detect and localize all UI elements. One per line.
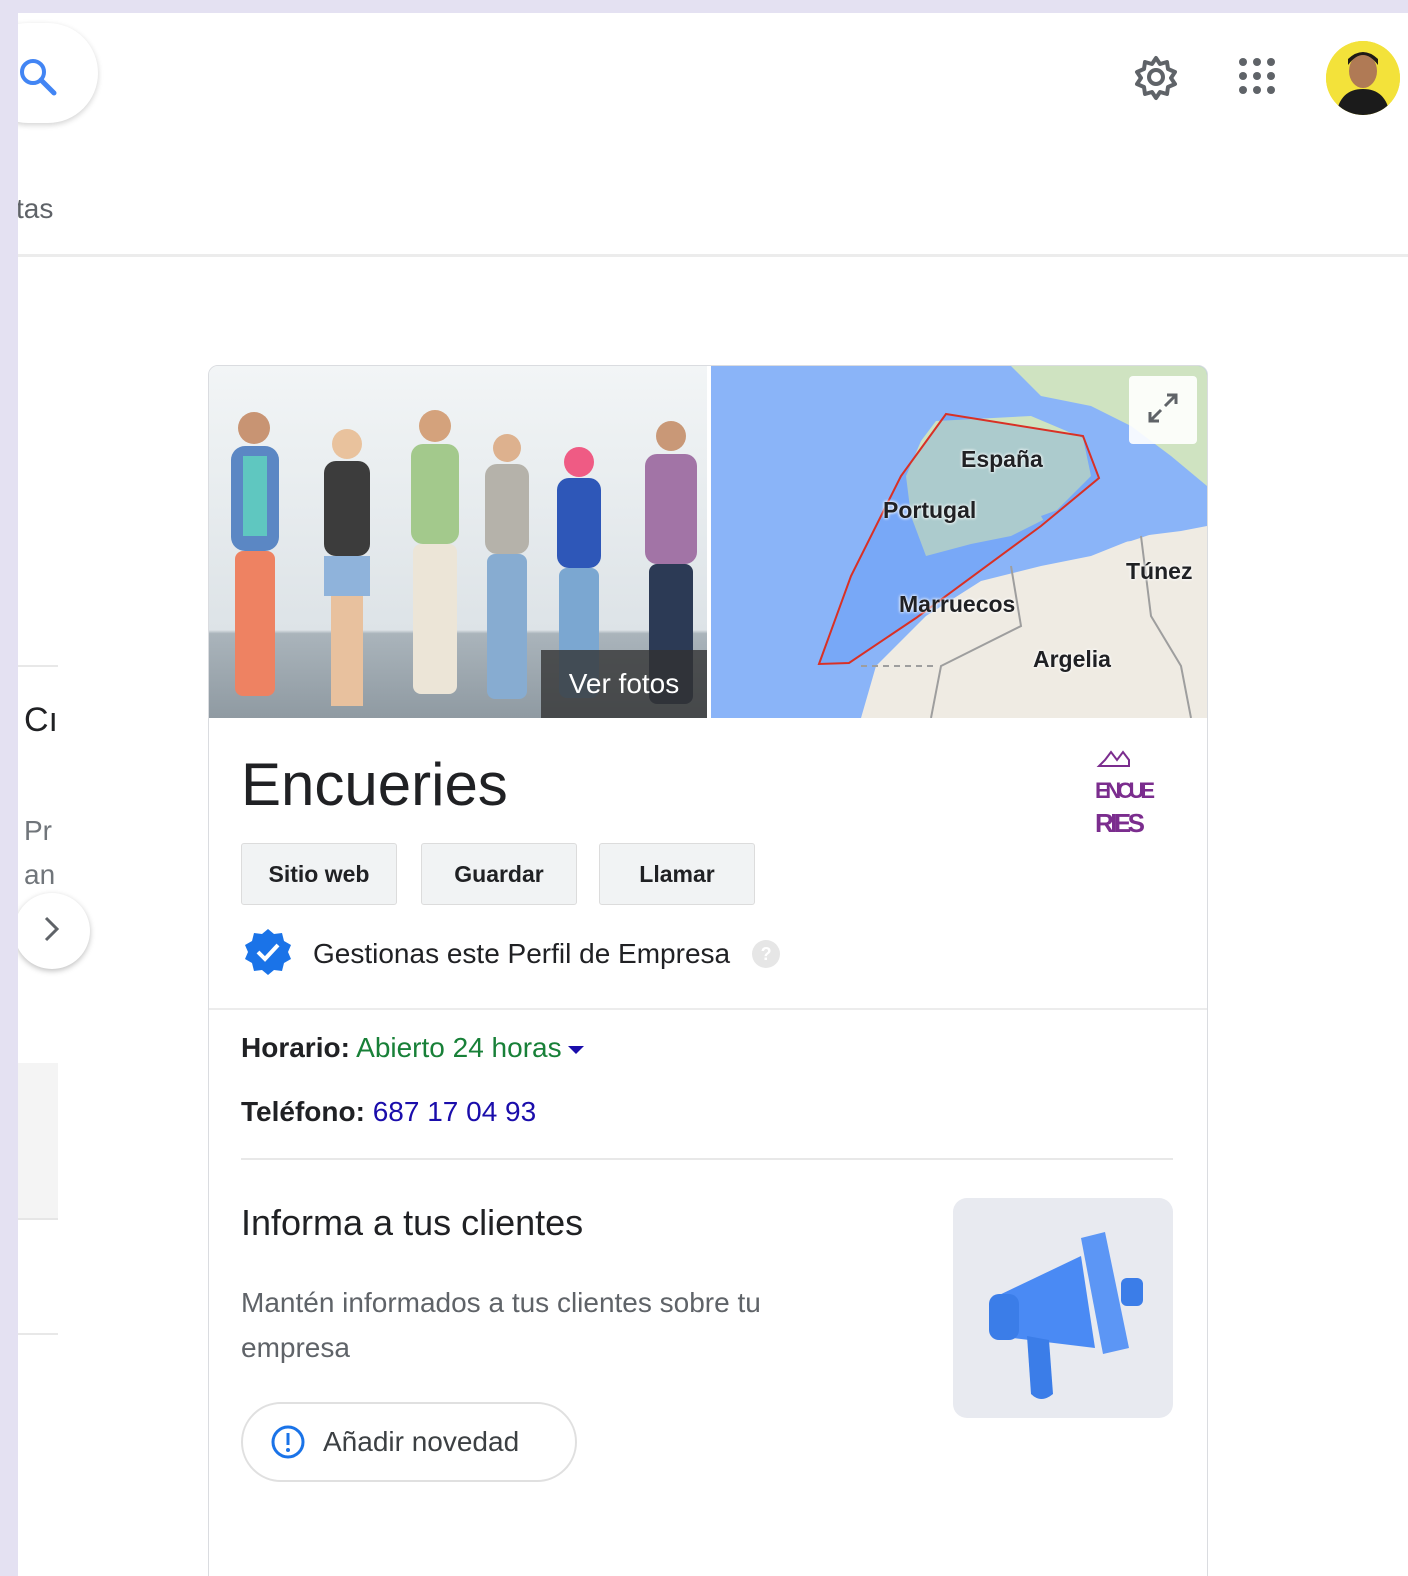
help-icon[interactable]: ? bbox=[752, 940, 781, 968]
svg-text:ENCUE: ENCUE bbox=[1095, 778, 1155, 803]
map-expand-button[interactable] bbox=[1129, 376, 1197, 444]
info-divider bbox=[241, 1158, 1173, 1160]
hours-row: Horario: Abierto 24 horas bbox=[241, 1032, 584, 1064]
gear-icon[interactable] bbox=[1132, 53, 1180, 106]
promo-title: Informa a tus clientes bbox=[241, 1202, 584, 1243]
phone-row: Teléfono: 687 17 04 93 bbox=[241, 1096, 536, 1128]
website-button[interactable]: Sitio web bbox=[241, 843, 397, 905]
phone-link[interactable]: 687 17 04 93 bbox=[373, 1096, 537, 1127]
add-update-button[interactable]: Añadir novedad bbox=[241, 1402, 577, 1482]
save-button[interactable]: Guardar bbox=[421, 843, 577, 905]
apps-grid-icon[interactable] bbox=[1238, 57, 1276, 100]
hours-value[interactable]: Abierto 24 horas bbox=[356, 1032, 561, 1063]
header-divider bbox=[18, 254, 1408, 257]
map-label-portugal: Portugal bbox=[883, 497, 977, 523]
call-button[interactable]: Llamar bbox=[599, 843, 755, 905]
page: tas Cı Pr an Ver fotos España Portugal M… bbox=[18, 13, 1408, 1576]
business-title: Encueries bbox=[241, 751, 508, 818]
search-tab-fragment[interactable]: tas bbox=[18, 193, 53, 225]
panel-divider bbox=[209, 1008, 1207, 1010]
left-card-fragment bbox=[18, 1063, 58, 1220]
business-photo[interactable]: Ver fotos bbox=[209, 366, 707, 718]
map-label-tunez: Túnez bbox=[1126, 558, 1193, 584]
business-profile-panel: Ver fotos España Portugal Marruecos Túne… bbox=[208, 365, 1208, 1576]
megaphone-illustration bbox=[953, 1198, 1173, 1418]
hours-label: Horario: bbox=[241, 1032, 350, 1063]
megaphone-icon bbox=[989, 1232, 1143, 1399]
promo-description: Mantén informados a tus clientes sobre t… bbox=[241, 1287, 761, 1363]
search-icon[interactable] bbox=[18, 57, 58, 102]
left-text-fragment: Pr bbox=[24, 815, 52, 846]
map-label-espana: España bbox=[961, 446, 1043, 472]
svg-text:RIES: RIES bbox=[1095, 808, 1145, 838]
add-update-label: Añadir novedad bbox=[323, 1426, 520, 1457]
business-logo: ENCUE RIES bbox=[1087, 750, 1167, 845]
add-post-icon bbox=[269, 1423, 307, 1461]
left-text-fragment: an bbox=[24, 859, 56, 890]
left-divider bbox=[18, 665, 58, 667]
verified-badge-icon bbox=[243, 927, 293, 982]
phone-label: Teléfono: bbox=[241, 1096, 365, 1127]
verified-status: Gestionas este Perfil de Empresa ? bbox=[243, 927, 781, 982]
verified-text: Gestionas este Perfil de Empresa bbox=[313, 938, 731, 969]
map-thumbnail[interactable]: España Portugal Marruecos Túnez Argelia bbox=[711, 366, 1207, 718]
map-label-argelia: Argelia bbox=[1033, 646, 1111, 672]
left-divider bbox=[18, 1333, 58, 1335]
hours-dropdown-icon[interactable] bbox=[567, 1045, 584, 1054]
avatar[interactable] bbox=[1326, 41, 1400, 115]
left-heading-fragment: Cı bbox=[24, 701, 58, 739]
map-label-marruecos: Marruecos bbox=[899, 591, 1016, 617]
view-photos-button[interactable]: Ver fotos bbox=[541, 650, 707, 718]
expand-icon bbox=[1145, 390, 1181, 431]
chevron-right-icon bbox=[42, 914, 62, 949]
carousel-next-button[interactable] bbox=[18, 893, 90, 969]
